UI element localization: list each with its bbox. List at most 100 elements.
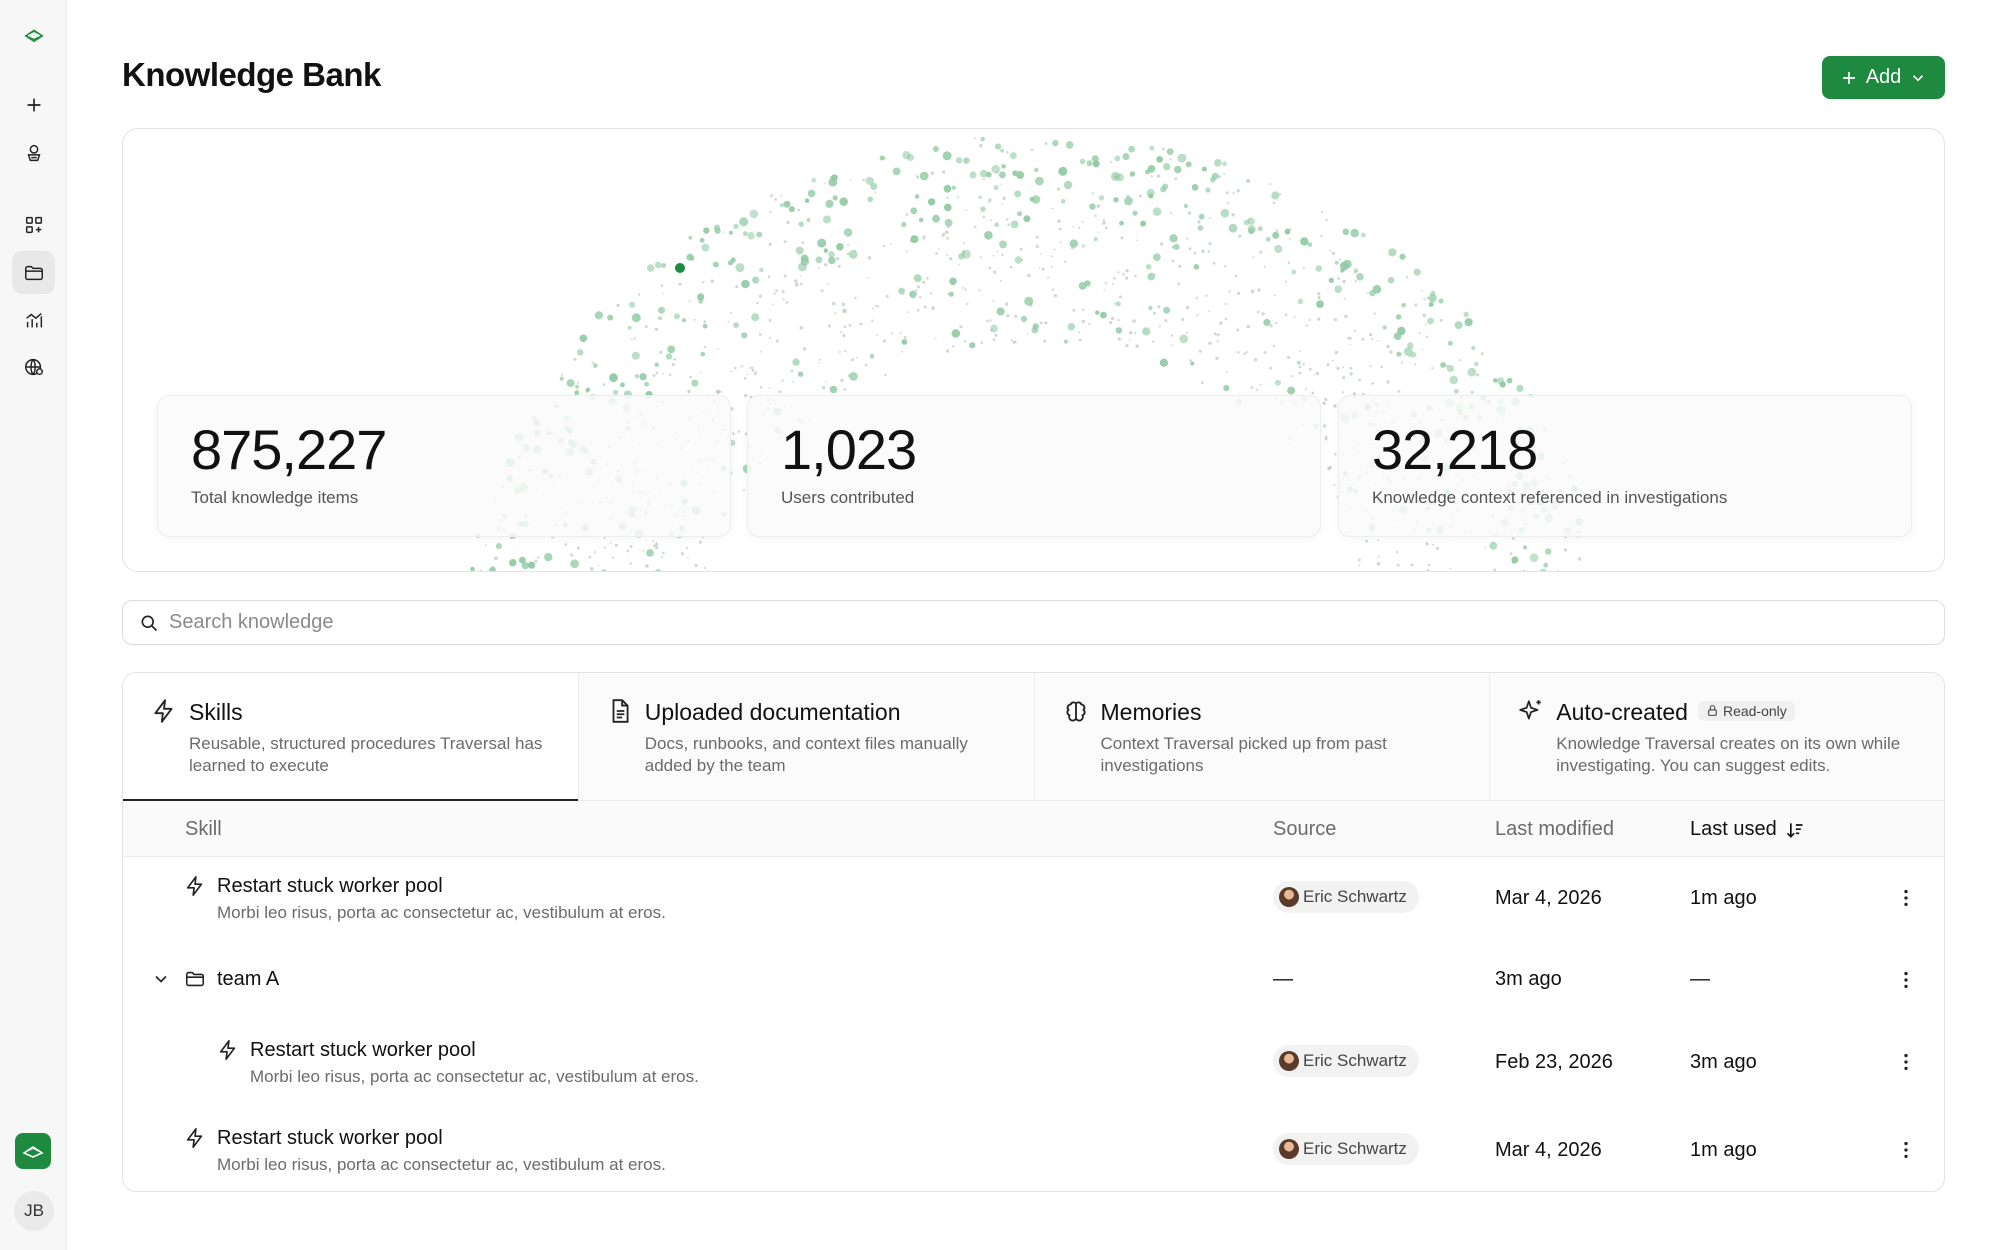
knowledge-dot bbox=[1065, 141, 1074, 149]
knowledge-dot bbox=[770, 194, 773, 198]
workspace-logo-icon[interactable] bbox=[15, 1133, 51, 1169]
knowledge-dot bbox=[658, 306, 665, 314]
chevron-down-icon bbox=[1913, 74, 1924, 81]
knowledge-dot bbox=[984, 231, 993, 240]
knowledge-dot bbox=[1496, 377, 1505, 385]
knowledge-dot bbox=[1440, 362, 1446, 368]
knowledge-dot bbox=[768, 387, 771, 389]
knowledge-dot bbox=[629, 545, 633, 548]
column-header-last-modified[interactable]: Last modified bbox=[1495, 818, 1614, 841]
tab-title: Skills bbox=[189, 699, 243, 725]
user-avatar[interactable]: JB bbox=[14, 1191, 54, 1231]
knowledge-dot bbox=[781, 290, 785, 294]
knowledge-dot bbox=[768, 336, 771, 339]
analytics-icon[interactable] bbox=[12, 298, 55, 341]
more-options-icon[interactable] bbox=[1894, 1050, 1918, 1074]
search-input[interactable] bbox=[169, 611, 1869, 634]
knowledge-dot bbox=[1272, 201, 1276, 205]
add-button[interactable]: Add bbox=[1822, 56, 1945, 99]
knowledge-dot bbox=[775, 289, 778, 292]
knowledge-dot bbox=[1506, 377, 1513, 384]
knowledge-dot bbox=[1215, 356, 1219, 361]
knowledge-dot bbox=[733, 223, 739, 229]
new-icon[interactable] bbox=[12, 83, 55, 126]
knowledge-dot bbox=[702, 281, 705, 284]
knowledge-dot bbox=[958, 263, 960, 266]
knowledge-dot bbox=[1096, 204, 1101, 208]
knowledge-dot bbox=[1236, 189, 1241, 193]
tab-auto-created[interactable]: Auto-created Read-only Knowledge Traversa… bbox=[1490, 673, 1944, 801]
knowledge-dot bbox=[1039, 253, 1042, 255]
knowledge-dot bbox=[1350, 228, 1359, 238]
page-title: Knowledge Bank bbox=[122, 56, 381, 93]
knowledge-dot bbox=[1316, 317, 1321, 321]
knowledge-dot bbox=[700, 372, 702, 374]
table-row[interactable]: Restart stuck worker pool Morbi leo risu… bbox=[123, 1103, 1944, 1189]
knowledge-dot bbox=[1225, 191, 1229, 195]
knowledge-dot bbox=[915, 289, 918, 292]
knowledge-dot bbox=[1427, 317, 1434, 325]
knowledge-dot bbox=[716, 389, 721, 394]
brand-logo-icon[interactable] bbox=[12, 12, 55, 55]
knowledge-dot bbox=[1086, 160, 1093, 167]
knowledge-dot bbox=[919, 171, 929, 181]
knowledge-dot bbox=[1449, 375, 1458, 385]
more-options-icon[interactable] bbox=[1894, 968, 1918, 992]
more-options-icon[interactable] bbox=[1894, 886, 1918, 910]
more-options-icon[interactable] bbox=[1894, 1138, 1918, 1162]
knowledge-dot bbox=[1344, 314, 1348, 319]
knowledge-dot bbox=[671, 362, 675, 367]
knowledge-dot bbox=[1418, 332, 1421, 335]
tab-skills[interactable]: Skills Reusable, structured procedures T… bbox=[123, 673, 579, 801]
table-row[interactable]: Restart stuck worker pool Morbi leo risu… bbox=[123, 1021, 1944, 1103]
knowledge-dot bbox=[1156, 174, 1161, 178]
knowledge-dot bbox=[1183, 203, 1189, 209]
column-header-skill[interactable]: Skill bbox=[185, 818, 222, 841]
column-header-source[interactable]: Source bbox=[1273, 818, 1336, 841]
knowledge-dot bbox=[1236, 328, 1240, 332]
knowledge-dot bbox=[905, 213, 909, 216]
knowledge-dot bbox=[470, 566, 475, 571]
apps-icon[interactable] bbox=[12, 203, 55, 246]
knowledge-dot bbox=[1211, 172, 1219, 180]
chevron-down-icon[interactable] bbox=[151, 969, 171, 989]
tab-title: Auto-created bbox=[1556, 699, 1688, 725]
knowledge-dot bbox=[1122, 153, 1130, 161]
tab-memories[interactable]: Memories Context Traversal picked up fro… bbox=[1034, 673, 1491, 801]
column-header-last-used[interactable]: Last used bbox=[1690, 818, 1805, 841]
knowledge-dot bbox=[817, 267, 820, 269]
search-bar[interactable] bbox=[122, 600, 1945, 645]
agent-icon[interactable] bbox=[12, 131, 55, 174]
knowledge-dot bbox=[631, 313, 641, 323]
knowledge-dot bbox=[1410, 563, 1414, 567]
tab-uploaded-documentation[interactable]: Uploaded documentation Docs, runbooks, a… bbox=[578, 673, 1035, 801]
knowledge-dot bbox=[1102, 219, 1105, 222]
knowledge-dot bbox=[1029, 197, 1035, 202]
knowledge-dot bbox=[768, 318, 772, 322]
knowledge-dot bbox=[1174, 165, 1182, 174]
table-row[interactable]: Restart stuck worker pool Morbi leo risu… bbox=[123, 857, 1944, 939]
knowledge-dot bbox=[1034, 167, 1039, 173]
knowledge-dot bbox=[1376, 562, 1381, 566]
knowledge-dot bbox=[1263, 318, 1271, 327]
knowledge-dot bbox=[1119, 295, 1122, 299]
knowledge-dot bbox=[1053, 248, 1056, 251]
folder-row[interactable]: team A — 3m ago — bbox=[123, 939, 1944, 1021]
knowledge-dot bbox=[966, 302, 969, 306]
knowledge-dot bbox=[1104, 226, 1108, 230]
folder-icon[interactable] bbox=[12, 251, 55, 294]
knowledge-dot bbox=[1119, 220, 1124, 226]
knowledge-dot bbox=[874, 304, 877, 307]
knowledge-dot bbox=[1091, 192, 1094, 195]
knowledge-dot bbox=[1353, 268, 1359, 273]
knowledge-dot bbox=[849, 372, 858, 381]
knowledge-dot bbox=[794, 279, 798, 283]
knowledge-dot bbox=[1212, 261, 1216, 265]
knowledge-dot bbox=[1185, 305, 1190, 310]
knowledge-dot bbox=[780, 194, 782, 197]
globe-settings-icon[interactable] bbox=[12, 345, 55, 388]
knowledge-dot bbox=[1001, 203, 1003, 206]
knowledge-dot bbox=[1431, 367, 1434, 370]
knowledge-dot bbox=[1231, 213, 1235, 217]
knowledge-dot bbox=[1001, 164, 1006, 169]
